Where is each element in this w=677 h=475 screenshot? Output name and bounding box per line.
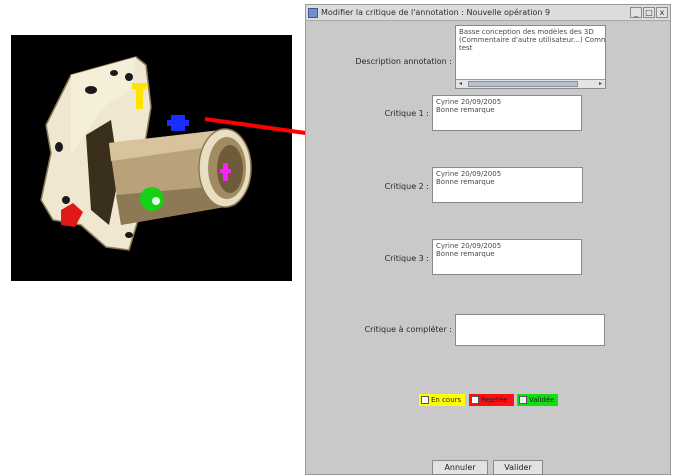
status-rejetee-checkbox[interactable]: Rejetée	[469, 394, 514, 406]
critique1-line: Cyrine 20/09/2005	[436, 98, 502, 106]
critique1-label: Critique 1 :	[384, 109, 429, 118]
description-line: (Commentaire d'autre utilisateur...) Com…	[459, 36, 605, 44]
critique2-label: Critique 2 :	[384, 182, 429, 191]
critique-to-complete-label: Critique à compléter :	[364, 325, 452, 334]
status-en-cours-checkbox[interactable]: En cours	[419, 394, 465, 406]
critique3-line: Cyrine 20/09/2005	[436, 242, 502, 250]
validate-button[interactable]: Valider	[493, 460, 543, 475]
critique3-label: Critique 3 :	[384, 254, 429, 263]
scrollbar-thumb[interactable]	[468, 81, 578, 87]
status-en-cours-label: En cours	[431, 396, 462, 404]
description-label: Description annotation :	[355, 57, 452, 66]
checkbox-icon	[519, 396, 527, 404]
scroll-right-icon[interactable]: ▸	[596, 80, 605, 88]
cancel-button[interactable]: Annuler	[432, 460, 488, 475]
critique1-line: Bonne remarque	[436, 106, 495, 114]
annotation-critique-dialog: Modifier la critique de l'annotation : N…	[305, 4, 671, 475]
critique3-textarea[interactable]: Cyrine 20/09/2005 Bonne remarque	[432, 239, 582, 275]
3d-viewport[interactable]	[11, 35, 292, 281]
description-line: test	[459, 44, 473, 52]
horizontal-scrollbar[interactable]: ◂ ▸	[456, 79, 605, 88]
critique-to-complete-textarea[interactable]	[455, 314, 605, 346]
description-textarea[interactable]: Basse conception des modèles des 3D (Com…	[455, 25, 606, 89]
checkbox-icon	[471, 396, 479, 404]
description-line: Basse conception des modèles des 3D	[459, 28, 594, 36]
status-validee-label: Validée	[529, 396, 555, 404]
dialog-title: Modifier la critique de l'annotation : N…	[321, 8, 551, 17]
scroll-left-icon[interactable]: ◂	[456, 80, 465, 88]
maximize-button[interactable]: □	[643, 7, 655, 18]
status-rejetee-label: Rejetée	[481, 396, 508, 404]
close-button[interactable]: x	[656, 7, 668, 18]
dialog-body: Description annotation : Basse conceptio…	[306, 22, 670, 475]
critique2-line: Cyrine 20/09/2005	[436, 170, 502, 178]
critique1-textarea[interactable]: Cyrine 20/09/2005 Bonne remarque	[432, 95, 582, 131]
app-icon	[308, 7, 318, 18]
critique2-line: Bonne remarque	[436, 178, 495, 186]
3d-part-render	[40, 56, 252, 251]
minimize-button[interactable]: _	[630, 7, 642, 18]
checkbox-icon	[421, 396, 429, 404]
critique3-line: Bonne remarque	[436, 250, 495, 258]
status-validee-checkbox[interactable]: Validée	[517, 394, 558, 406]
critique2-textarea[interactable]: Cyrine 20/09/2005 Bonne remarque	[432, 167, 583, 203]
dialog-titlebar[interactable]: Modifier la critique de l'annotation : N…	[306, 5, 670, 21]
